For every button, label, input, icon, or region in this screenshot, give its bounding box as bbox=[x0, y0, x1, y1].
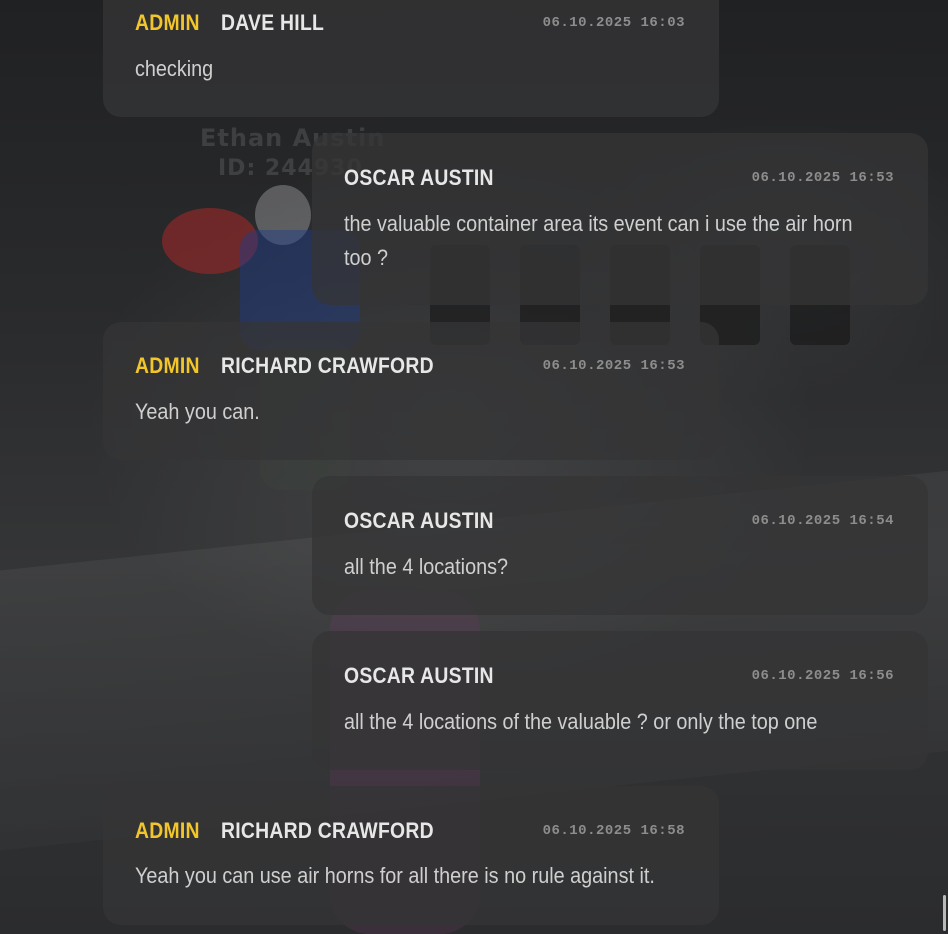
message-header: ADMIN RICHARD CRAWFORD 06.10.2025 16:53 bbox=[135, 343, 685, 389]
sender-name: OSCAR AUSTIN bbox=[344, 165, 494, 190]
admin-role-label: ADMIN bbox=[135, 353, 200, 378]
message-header: OSCAR AUSTIN 06.10.2025 16:56 bbox=[344, 653, 894, 699]
message-text: Yeah you can. bbox=[135, 399, 260, 424]
message-text: all the 4 locations of the valuable ? or… bbox=[344, 709, 818, 734]
message-timestamp: 06.10.2025 16:53 bbox=[542, 358, 685, 374]
message-text: the valuable container area its event ca… bbox=[344, 207, 884, 275]
sender-name: RICHARD CRAWFORD bbox=[220, 353, 434, 378]
sender-name: OSCAR AUSTIN bbox=[344, 663, 494, 688]
admin-role-label: ADMIN bbox=[135, 818, 200, 843]
message-timestamp: 06.10.2025 16:56 bbox=[751, 668, 894, 684]
message-text: checking bbox=[135, 56, 214, 81]
sender-name: RICHARD CRAWFORD bbox=[220, 818, 434, 843]
message-header: OSCAR AUSTIN 06.10.2025 16:54 bbox=[344, 498, 894, 544]
chat-message: ADMIN RICHARD CRAWFORD 06.10.2025 16:58 … bbox=[103, 786, 719, 925]
admin-role-label: ADMIN bbox=[135, 10, 200, 35]
message-header: ADMIN RICHARD CRAWFORD 06.10.2025 16:58 bbox=[135, 808, 685, 854]
sender-name: DAVE HILL bbox=[220, 10, 324, 35]
chat-scrollbar[interactable] bbox=[943, 895, 946, 931]
message-timestamp: 06.10.2025 16:03 bbox=[542, 15, 685, 31]
message-header: ADMIN DAVE HILL 06.10.2025 16:03 bbox=[135, 0, 685, 46]
chat-message: ADMIN DAVE HILL 06.10.2025 16:03 checkin… bbox=[103, 0, 719, 117]
chat-message: OSCAR AUSTIN 06.10.2025 16:54 all the 4 … bbox=[312, 476, 928, 615]
message-timestamp: 06.10.2025 16:54 bbox=[751, 513, 894, 529]
message-timestamp: 06.10.2025 16:58 bbox=[542, 823, 685, 839]
message-text: Yeah you can use air horns for all there… bbox=[135, 863, 655, 888]
sender-name: OSCAR AUSTIN bbox=[344, 508, 494, 533]
message-timestamp: 06.10.2025 16:53 bbox=[751, 170, 894, 186]
chat-message: OSCAR AUSTIN 06.10.2025 16:56 all the 4 … bbox=[312, 631, 928, 770]
message-text-line: the valuable container area its event ca… bbox=[344, 211, 853, 236]
message-text: all the 4 locations? bbox=[344, 554, 509, 579]
chat-message: ADMIN RICHARD CRAWFORD 06.10.2025 16:53 … bbox=[103, 322, 719, 460]
message-text-line: too ? bbox=[344, 245, 389, 270]
chat-message: OSCAR AUSTIN 06.10.2025 16:53 the valuab… bbox=[312, 133, 928, 305]
message-header: OSCAR AUSTIN 06.10.2025 16:53 bbox=[344, 155, 894, 201]
chat-thread[interactable]: ADMIN DAVE HILL 06.10.2025 16:03 checkin… bbox=[0, 0, 948, 934]
